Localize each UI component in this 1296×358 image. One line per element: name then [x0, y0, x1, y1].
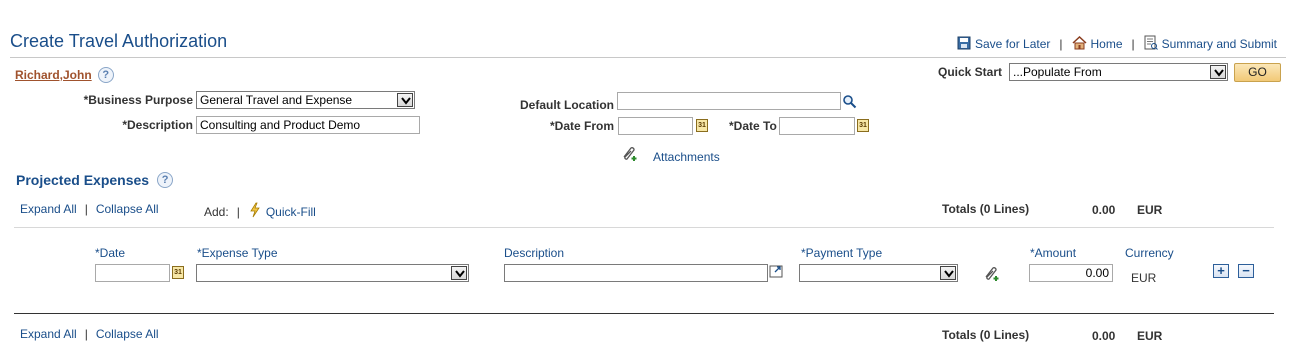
user-help-icon[interactable]: ?	[97, 67, 114, 83]
row-description-input[interactable]	[504, 264, 768, 282]
row-payment-type-select[interactable]	[799, 264, 958, 282]
expand-all-link[interactable]: Expand All	[20, 327, 77, 341]
row-amount-input[interactable]: 0.00	[1029, 264, 1113, 282]
floppy-icon	[957, 36, 971, 53]
top-links: Save for Later | Home | Summary and Subm…	[957, 35, 1277, 53]
bottom-divider	[14, 313, 1274, 314]
collapse-all-link[interactable]: Collapse All	[96, 327, 159, 341]
document-icon	[1144, 35, 1158, 53]
page-title: Create Travel Authorization	[10, 31, 228, 51]
bottom-toolbar: Expand All | Collapse All	[20, 327, 159, 341]
expand-window-icon[interactable]	[769, 264, 784, 281]
quick-fill-link[interactable]: Quick-Fill	[266, 205, 316, 219]
totals-amount-top: 0.00	[1092, 203, 1116, 217]
go-button[interactable]: GO	[1234, 63, 1281, 82]
totals-label-top: Totals (0 Lines)	[942, 202, 1030, 216]
totals-currency-top: EUR	[1137, 203, 1163, 217]
add-toolbar: Add: | Quick-Fill	[204, 202, 316, 221]
expand-all-link[interactable]: Expand All	[20, 202, 77, 216]
section-help-icon[interactable]: ?	[157, 172, 174, 188]
attachments-link[interactable]: Attachments	[653, 150, 720, 164]
col-description: Description	[504, 246, 565, 260]
chevron-down-icon[interactable]	[1210, 65, 1226, 79]
home-link[interactable]: Home	[1091, 37, 1123, 51]
date-from-label: *Date From	[550, 119, 615, 133]
quick-start-label: Quick Start	[938, 65, 1003, 79]
col-date: *Date	[95, 246, 126, 260]
row-expense-type-select[interactable]	[196, 264, 469, 282]
summary-and-submit-link[interactable]: Summary and Submit	[1162, 37, 1277, 51]
collapse-all-link[interactable]: Collapse All	[96, 202, 159, 216]
chevron-down-icon[interactable]	[451, 266, 467, 280]
chevron-down-icon[interactable]	[940, 266, 956, 280]
lightning-icon	[248, 202, 262, 221]
delete-row-button[interactable]: −	[1238, 264, 1254, 278]
magnifier-icon[interactable]	[842, 94, 857, 112]
quick-start-value: ...Populate From	[1013, 65, 1102, 79]
date-to-label: *Date To	[729, 119, 777, 133]
save-for-later-link[interactable]: Save for Later	[975, 37, 1050, 51]
quick-start-select[interactable]: ...Populate From	[1009, 63, 1228, 81]
row-divider	[14, 227, 1274, 228]
description-label: *Description	[122, 118, 193, 132]
add-row-button[interactable]: +	[1213, 264, 1229, 278]
paperclip-icon[interactable]	[983, 265, 1001, 285]
totals-label-bottom: Totals (0 Lines)	[942, 328, 1030, 342]
separator: |	[236, 204, 240, 219]
user-name-link[interactable]: Richard,John	[15, 68, 92, 82]
separator: |	[1059, 37, 1063, 51]
house-icon	[1071, 35, 1087, 53]
projected-expenses-header: Projected Expenses ?	[16, 172, 174, 188]
section-title: Projected Expenses	[16, 172, 150, 188]
totals-amount-bottom: 0.00	[1092, 329, 1116, 343]
col-amount: *Amount	[1030, 246, 1077, 260]
totals-currency-bottom: EUR	[1137, 329, 1163, 343]
col-payment-type: *Payment Type	[801, 246, 883, 260]
row-currency: EUR	[1131, 271, 1157, 285]
date-from-input[interactable]	[618, 117, 693, 135]
separator: |	[1131, 37, 1135, 51]
row-date-input[interactable]	[95, 264, 170, 282]
default-location-input[interactable]	[617, 92, 841, 110]
top-toolbar: Expand All | Collapse All	[20, 202, 159, 216]
business-purpose-label: *Business Purpose	[83, 93, 193, 107]
description-input[interactable]: Consulting and Product Demo	[196, 116, 420, 134]
separator: |	[84, 327, 88, 341]
calendar-icon[interactable]: 31	[857, 119, 869, 132]
col-expense-type: *Expense Type	[197, 246, 278, 260]
business-purpose-value: General Travel and Expense	[200, 93, 353, 107]
chevron-down-icon[interactable]	[397, 93, 413, 107]
default-location-label: Default Location	[520, 98, 615, 112]
add-label: Add:	[204, 204, 229, 219]
business-purpose-select[interactable]: General Travel and Expense	[196, 91, 415, 109]
user-row: Richard,John ?	[15, 67, 114, 83]
calendar-icon[interactable]: 31	[696, 119, 708, 132]
col-currency: Currency	[1125, 246, 1174, 260]
go-button-label: GO	[1248, 65, 1267, 79]
separator: |	[84, 202, 88, 216]
title-divider	[10, 57, 1286, 58]
calendar-icon[interactable]: 31	[172, 266, 184, 279]
date-to-input[interactable]	[779, 117, 855, 135]
paperclip-icon[interactable]	[621, 145, 639, 165]
